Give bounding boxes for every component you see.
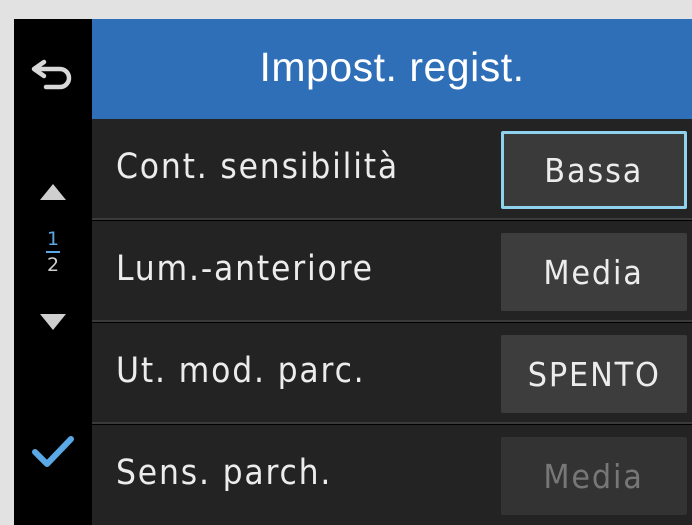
- page-divider: [46, 251, 60, 253]
- setting-value: SPENTO: [527, 354, 661, 394]
- setting-value-button[interactable]: Media: [501, 233, 687, 311]
- setting-row-parking-mode[interactable]: Ut. mod. parc. SPENTO: [92, 323, 692, 424]
- page-total: 2: [46, 254, 60, 276]
- setting-value: Bassa: [544, 150, 644, 190]
- setting-label: Cont. sensibilità: [116, 147, 400, 187]
- checkmark-icon: [32, 436, 74, 467]
- sidebar: 1 2: [14, 19, 92, 525]
- setting-label: Sens. parch.: [116, 453, 333, 493]
- setting-row-parking-sensitivity[interactable]: Sens. parch. Media: [92, 425, 692, 525]
- page-current: 1: [46, 228, 60, 250]
- scroll-up-button[interactable]: [33, 177, 73, 207]
- setting-value: Media: [543, 456, 645, 496]
- confirm-button[interactable]: [26, 427, 80, 477]
- device-screen: 1 2 Impost. regist. Cont. sensibilità Ba…: [14, 19, 692, 525]
- setting-value-button[interactable]: Bassa: [501, 131, 687, 209]
- page-title: Impost. regist.: [259, 43, 525, 90]
- page-indicator: 1 2: [33, 229, 73, 289]
- down-triangle-icon: [40, 314, 66, 330]
- setting-value-button[interactable]: Media: [501, 437, 687, 515]
- back-button[interactable]: [24, 52, 82, 96]
- setting-label: Lum.-anteriore: [116, 249, 374, 289]
- title-bar: Impost. regist.: [92, 19, 692, 119]
- scroll-down-button[interactable]: [33, 307, 73, 337]
- back-arrow-icon: [31, 59, 72, 90]
- setting-value-button[interactable]: SPENTO: [501, 335, 687, 413]
- setting-row-front-light[interactable]: Lum.-anteriore Media: [92, 221, 692, 322]
- setting-row-sensitivity[interactable]: Cont. sensibilità Bassa: [92, 119, 692, 220]
- up-triangle-icon: [40, 184, 66, 200]
- setting-value: Media: [543, 252, 645, 292]
- setting-label: Ut. mod. parc.: [116, 351, 366, 391]
